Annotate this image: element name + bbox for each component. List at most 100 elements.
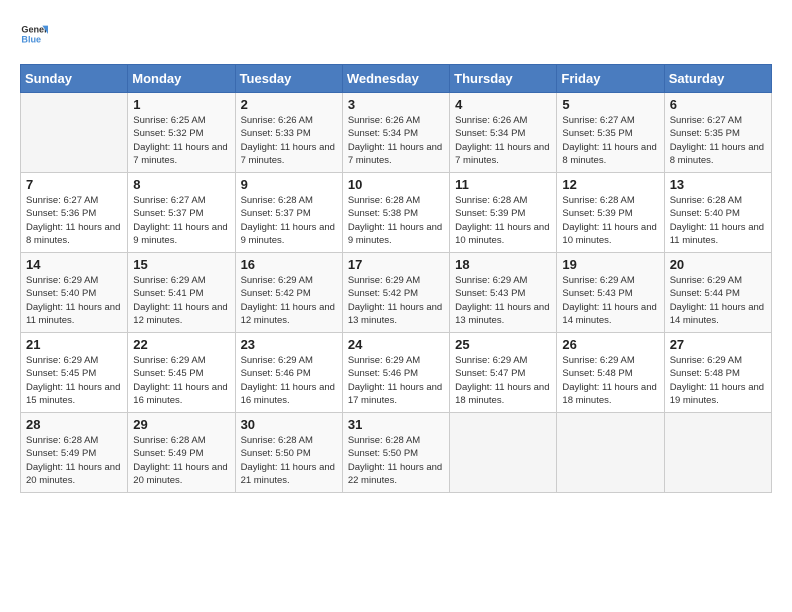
day-info: Sunrise: 6:27 AMSunset: 5:37 PMDaylight:… (133, 194, 229, 247)
calendar-cell: 11Sunrise: 6:28 AMSunset: 5:39 PMDayligh… (450, 173, 557, 253)
header-day-thursday: Thursday (450, 65, 557, 93)
day-number: 21 (26, 337, 122, 352)
day-number: 26 (562, 337, 658, 352)
day-info: Sunrise: 6:28 AMSunset: 5:50 PMDaylight:… (348, 434, 444, 487)
day-info: Sunrise: 6:28 AMSunset: 5:39 PMDaylight:… (562, 194, 658, 247)
day-number: 23 (241, 337, 337, 352)
day-info: Sunrise: 6:28 AMSunset: 5:49 PMDaylight:… (133, 434, 229, 487)
calendar-cell: 30 Sunrise: 6:28 AMSunset: 5:50 PMDayligh… (235, 413, 342, 493)
calendar-cell: 14 Sunrise: 6:29 AMSunset: 5:40 PMDayligh… (21, 253, 128, 333)
day-info: Sunrise: 6:27 AMSunset: 5:35 PMDaylight:… (670, 114, 766, 167)
day-info: Sunrise: 6:29 AMSunset: 5:45 PMDaylight:… (133, 354, 229, 407)
day-info: Sunrise: 6:29 AMSunset: 5:40 PMDaylight:… (26, 274, 122, 327)
calendar-cell: 31 Sunrise: 6:28 AMSunset: 5:50 PMDayligh… (342, 413, 449, 493)
calendar-cell: 21 Sunrise: 6:29 AMSunset: 5:45 PMDayligh… (21, 333, 128, 413)
calendar-cell: 26 Sunrise: 6:29 AMSunset: 5:48 PMDayligh… (557, 333, 664, 413)
calendar-cell: 29 Sunrise: 6:28 AMSunset: 5:49 PMDayligh… (128, 413, 235, 493)
day-info: Sunrise: 6:29 AMSunset: 5:43 PMDaylight:… (455, 274, 551, 327)
calendar-cell (450, 413, 557, 493)
day-number: 6 (670, 97, 766, 112)
header-row: SundayMondayTuesdayWednesdayThursdayFrid… (21, 65, 772, 93)
calendar-cell: 2Sunrise: 6:26 AMSunset: 5:33 PMDaylight… (235, 93, 342, 173)
day-info: Sunrise: 6:28 AMSunset: 5:37 PMDaylight:… (241, 194, 337, 247)
day-info: Sunrise: 6:29 AMSunset: 5:45 PMDaylight:… (26, 354, 122, 407)
week-row-1: 1 Sunrise: 6:25 AMSunset: 5:32 PMDaylight… (21, 93, 772, 173)
day-number: 15 (133, 257, 229, 272)
week-row-3: 14 Sunrise: 6:29 AMSunset: 5:40 PMDayligh… (21, 253, 772, 333)
svg-text:Blue: Blue (21, 34, 41, 44)
day-info: Sunrise: 6:29 AMSunset: 5:41 PMDaylight:… (133, 274, 229, 327)
calendar-cell: 18 Sunrise: 6:29 AMSunset: 5:43 PMDayligh… (450, 253, 557, 333)
calendar-cell: 23 Sunrise: 6:29 AMSunset: 5:46 PMDayligh… (235, 333, 342, 413)
day-number: 24 (348, 337, 444, 352)
day-number: 7 (26, 177, 122, 192)
calendar-cell: 17 Sunrise: 6:29 AMSunset: 5:42 PMDayligh… (342, 253, 449, 333)
day-number: 22 (133, 337, 229, 352)
calendar-cell: 24 Sunrise: 6:29 AMSunset: 5:46 PMDayligh… (342, 333, 449, 413)
day-info: Sunrise: 6:29 AMSunset: 5:42 PMDaylight:… (348, 274, 444, 327)
day-number: 3 (348, 97, 444, 112)
day-info: Sunrise: 6:29 AMSunset: 5:46 PMDaylight:… (241, 354, 337, 407)
calendar-cell: 4 Sunrise: 6:26 AMSunset: 5:34 PMDaylight… (450, 93, 557, 173)
calendar-cell: 22 Sunrise: 6:29 AMSunset: 5:45 PMDayligh… (128, 333, 235, 413)
day-info: Sunrise: 6:26 AMSunset: 5:34 PMDaylight:… (348, 114, 444, 167)
day-info: Sunrise: 6:28 AMSunset: 5:38 PMDaylight:… (348, 194, 444, 247)
day-info: Sunrise: 6:29 AMSunset: 5:46 PMDaylight:… (348, 354, 444, 407)
logo: General Blue (20, 20, 48, 48)
week-row-5: 28 Sunrise: 6:28 AMSunset: 5:49 PMDayligh… (21, 413, 772, 493)
day-number: 8 (133, 177, 229, 192)
calendar-cell: 6 Sunrise: 6:27 AMSunset: 5:35 PMDaylight… (664, 93, 771, 173)
calendar-cell (664, 413, 771, 493)
week-row-2: 7Sunrise: 6:27 AMSunset: 5:36 PMDaylight… (21, 173, 772, 253)
day-info: Sunrise: 6:29 AMSunset: 5:43 PMDaylight:… (562, 274, 658, 327)
day-number: 31 (348, 417, 444, 432)
day-number: 16 (241, 257, 337, 272)
day-number: 28 (26, 417, 122, 432)
day-number: 17 (348, 257, 444, 272)
calendar-cell: 1 Sunrise: 6:25 AMSunset: 5:32 PMDaylight… (128, 93, 235, 173)
day-number: 5 (562, 97, 658, 112)
calendar-cell: 20Sunrise: 6:29 AMSunset: 5:44 PMDayligh… (664, 253, 771, 333)
calendar-table: SundayMondayTuesdayWednesdayThursdayFrid… (20, 64, 772, 493)
day-number: 18 (455, 257, 551, 272)
day-number: 30 (241, 417, 337, 432)
calendar-cell: 15 Sunrise: 6:29 AMSunset: 5:41 PMDayligh… (128, 253, 235, 333)
day-info: Sunrise: 6:28 AMSunset: 5:50 PMDaylight:… (241, 434, 337, 487)
week-row-4: 21 Sunrise: 6:29 AMSunset: 5:45 PMDayligh… (21, 333, 772, 413)
calendar-cell: 28Sunrise: 6:28 AMSunset: 5:49 PMDayligh… (21, 413, 128, 493)
calendar-cell: 12 Sunrise: 6:28 AMSunset: 5:39 PMDayligh… (557, 173, 664, 253)
day-number: 9 (241, 177, 337, 192)
calendar-cell: 25 Sunrise: 6:29 AMSunset: 5:47 PMDayligh… (450, 333, 557, 413)
day-info: Sunrise: 6:26 AMSunset: 5:34 PMDaylight:… (455, 114, 551, 167)
day-number: 19 (562, 257, 658, 272)
day-info: Sunrise: 6:27 AMSunset: 5:35 PMDaylight:… (562, 114, 658, 167)
calendar-cell: 16 Sunrise: 6:29 AMSunset: 5:42 PMDayligh… (235, 253, 342, 333)
day-info: Sunrise: 6:29 AMSunset: 5:48 PMDaylight:… (670, 354, 766, 407)
header-day-tuesday: Tuesday (235, 65, 342, 93)
day-info: Sunrise: 6:28 AMSunset: 5:40 PMDaylight:… (670, 194, 766, 247)
day-number: 29 (133, 417, 229, 432)
day-info: Sunrise: 6:28 AMSunset: 5:39 PMDaylight:… (455, 194, 551, 247)
day-number: 2 (241, 97, 337, 112)
day-number: 20 (670, 257, 766, 272)
day-info: Sunrise: 6:29 AMSunset: 5:48 PMDaylight:… (562, 354, 658, 407)
calendar-cell: 9 Sunrise: 6:28 AMSunset: 5:37 PMDaylight… (235, 173, 342, 253)
calendar-cell: 3 Sunrise: 6:26 AMSunset: 5:34 PMDaylight… (342, 93, 449, 173)
day-number: 14 (26, 257, 122, 272)
calendar-cell: 27Sunrise: 6:29 AMSunset: 5:48 PMDayligh… (664, 333, 771, 413)
day-number: 13 (670, 177, 766, 192)
calendar-cell: 10Sunrise: 6:28 AMSunset: 5:38 PMDayligh… (342, 173, 449, 253)
day-number: 12 (562, 177, 658, 192)
day-number: 1 (133, 97, 229, 112)
calendar-cell: 8 Sunrise: 6:27 AMSunset: 5:37 PMDaylight… (128, 173, 235, 253)
calendar-cell: 19 Sunrise: 6:29 AMSunset: 5:43 PMDayligh… (557, 253, 664, 333)
day-number: 4 (455, 97, 551, 112)
header-day-saturday: Saturday (664, 65, 771, 93)
day-number: 25 (455, 337, 551, 352)
day-info: Sunrise: 6:25 AMSunset: 5:32 PMDaylight:… (133, 114, 229, 167)
day-info: Sunrise: 6:29 AMSunset: 5:47 PMDaylight:… (455, 354, 551, 407)
header-day-sunday: Sunday (21, 65, 128, 93)
calendar-cell (557, 413, 664, 493)
day-info: Sunrise: 6:29 AMSunset: 5:42 PMDaylight:… (241, 274, 337, 327)
calendar-cell (21, 93, 128, 173)
